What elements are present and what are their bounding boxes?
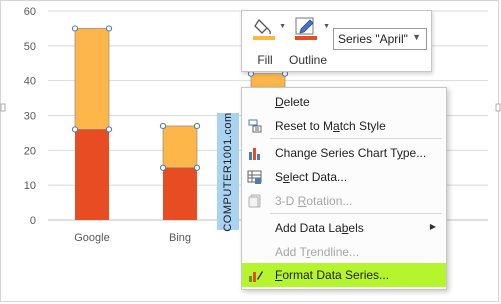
menu-item-format-data-series[interactable]: Format Data Series... [242,263,446,287]
paint-bucket-icon [253,18,275,40]
submenu-arrow-icon: ▶ [429,222,436,231]
y-tick-label: 50 [24,41,36,53]
menu-item-select-data[interactable]: Select Data... [242,165,446,189]
x-tick-label: Bing [169,232,191,244]
y-tick-label: 20 [24,145,36,157]
y-tick-label: 30 [24,111,36,123]
delete-icon [247,94,263,110]
selection-handle [71,126,79,133]
menu-item-label: Format Data Series... [275,268,390,282]
y-tick-label: 60 [24,6,36,18]
bar-segment [163,167,197,220]
outline-dropdown-arrow[interactable]: ▼ [323,23,330,30]
selection-handle [71,25,79,32]
format-series-icon [249,271,263,282]
menu-item-label: Change Series Chart Type... [275,146,427,160]
selection-handle [105,25,113,32]
selection-handle [193,164,201,171]
pen-icon [295,17,317,40]
selection-handle [105,126,113,133]
menu-item-3-d-rotation: 3-D Rotation... [242,189,446,213]
menu-separator [270,138,442,139]
chart-resize-handle [495,103,501,112]
menu-item-change-series-chart-type[interactable]: Change Series Chart Type... [242,141,446,165]
menu-item-delete[interactable]: Delete [242,90,446,114]
x-tick-label: Google [74,232,109,244]
watermark: COMPUTER1001.com [217,112,239,231]
format-mini-toolbar: ▼ Fill ▼ Outline Series "April" ▼ [241,10,432,72]
fill-dropdown-arrow[interactable]: ▼ [279,23,286,30]
menu-item-label: Reset to Match Style [275,119,386,133]
outline-button[interactable]: ▼ Outline [288,15,330,69]
y-tick-label: 40 [24,76,36,88]
bar-segment [162,125,198,169]
menu-item-label: Select Data... [275,170,348,184]
outline-label: Outline [288,53,328,67]
menu-item-label: 3-D Rotation... [275,194,353,208]
context-menu: Delete Reset to Match Style Change Series … [241,87,447,290]
chevron-down-icon: ▼ [412,32,421,42]
menu-item-reset-to-match-style[interactable]: Reset to Match Style [242,114,446,138]
menu-item-label: Add Trendline... [275,245,360,259]
chart-resize-handle [0,103,6,112]
change-chart-icon [249,148,260,160]
excel-chart-area[interactable]: 0102030405060GoogleBingest ▼ Fill ▼ Outl… [0,0,501,304]
y-tick-label: 0 [30,215,36,227]
selection-handle [159,164,167,171]
menu-item-label: Delete [275,95,310,109]
select-data-icon [247,170,262,184]
menu-separator [270,213,442,214]
selection-handle [159,122,167,130]
3d-rotation-icon [248,194,261,208]
menu-item-add-trendline: Add Trendline... [242,240,446,264]
reset-style-icon [248,119,262,133]
fill-label: Fill [257,53,273,67]
fill-button[interactable]: ▼ Fill [250,15,286,69]
menu-item-label: Add Data Labels [275,221,364,235]
bar-segment [74,28,110,130]
selection-handle [193,122,201,130]
y-tick-label: 10 [24,180,36,192]
bar-segment [75,129,109,220]
chart-element-value: Series "April" [338,32,408,46]
menu-item-add-data-labels[interactable]: Add Data Labels ▶ [242,216,446,240]
chart-element-dropdown[interactable]: Series "April" ▼ [333,28,427,50]
